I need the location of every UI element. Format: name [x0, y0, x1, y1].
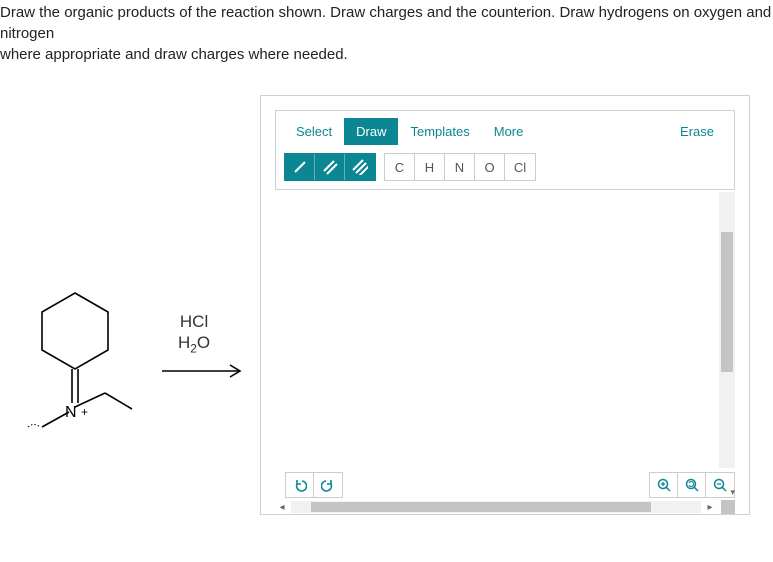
atom-cl-button[interactable]: Cl [505, 154, 535, 180]
prompt-line-2: where appropriate and draw charges where… [0, 46, 348, 63]
tab-erase[interactable]: Erase [668, 118, 726, 145]
reaction-arrow-icon [160, 361, 245, 381]
scroll-down-indicator-icon: ▾ [730, 487, 735, 498]
vertical-scrollbar-thumb[interactable] [721, 232, 733, 372]
reagent-labels: HCl H2O [178, 311, 210, 357]
redo-button[interactable] [314, 473, 342, 497]
iminium-structure: N + [20, 285, 140, 465]
atom-h-button[interactable]: H [415, 154, 445, 180]
reagent-h2o: H2O [178, 332, 210, 356]
atom-o-button[interactable]: O [475, 154, 505, 180]
tab-draw[interactable]: Draw [344, 118, 398, 145]
horizontal-scrollbar[interactable] [291, 501, 701, 513]
svg-text:N: N [65, 404, 77, 421]
single-bond-icon [292, 159, 308, 175]
scroll-right-button[interactable]: ▸ [703, 500, 717, 514]
scroll-left-button[interactable]: ◂ [275, 500, 289, 514]
tab-more[interactable]: More [482, 118, 536, 145]
content-row: N + HCl H2O Select Draw Templates More E… [0, 95, 773, 515]
horizontal-scroll-row: ◂ ▸ [275, 500, 735, 514]
svg-text:+: + [81, 405, 88, 419]
redo-icon [321, 478, 335, 492]
question-prompt: Draw the organic products of the reactio… [0, 0, 773, 65]
reagent-hcl: HCl [178, 311, 210, 332]
zoom-group [649, 472, 735, 498]
single-bond-button[interactable] [285, 154, 315, 180]
scroll-corner [721, 500, 735, 514]
atom-n-button[interactable]: N [445, 154, 475, 180]
zoom-reset-icon [685, 478, 699, 492]
tab-templates[interactable]: Templates [398, 118, 481, 145]
atom-tool-group: C H N O Cl [384, 153, 536, 181]
zoom-in-button[interactable] [650, 473, 678, 497]
zoom-out-icon [713, 478, 727, 492]
editor-toolbar: Select Draw Templates More Erase [275, 110, 735, 190]
vertical-scrollbar[interactable] [719, 192, 735, 468]
undo-button[interactable] [286, 473, 314, 497]
bond-tool-group [284, 153, 376, 181]
structure-editor: Select Draw Templates More Erase [260, 95, 750, 515]
undo-icon [293, 478, 307, 492]
triple-bond-button[interactable] [345, 154, 375, 180]
triple-bond-icon [352, 159, 368, 175]
drawing-canvas[interactable] [275, 192, 717, 468]
horizontal-scrollbar-thumb[interactable] [311, 502, 651, 512]
tool-row: C H N O Cl [284, 153, 726, 181]
tab-row: Select Draw Templates More Erase [284, 117, 726, 145]
editor-bottom-bar [275, 470, 735, 500]
zoom-in-icon [657, 478, 671, 492]
undo-redo-group [285, 472, 343, 498]
double-bond-icon [322, 159, 338, 175]
atom-c-button[interactable]: C [385, 154, 415, 180]
prompt-line-1: Draw the organic products of the reactio… [0, 4, 771, 42]
double-bond-button[interactable] [315, 154, 345, 180]
zoom-reset-button[interactable] [678, 473, 706, 497]
tab-select[interactable]: Select [284, 118, 344, 145]
reactant-area: N + HCl H2O [0, 95, 260, 515]
